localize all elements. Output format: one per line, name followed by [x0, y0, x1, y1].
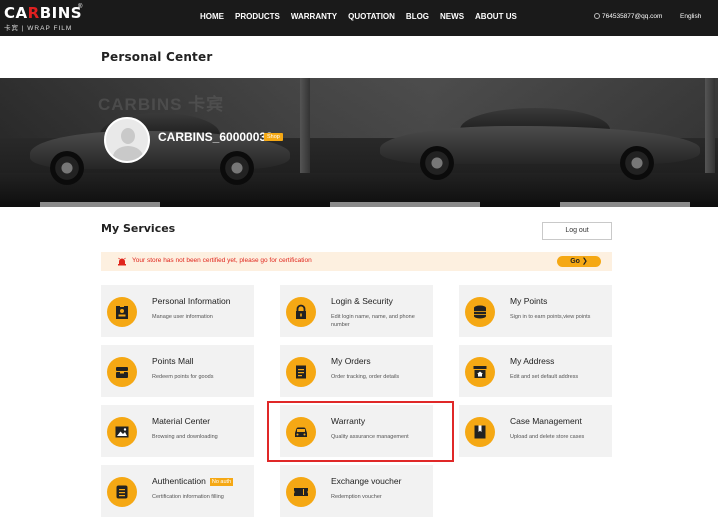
notice-text: Your store has not been certified yet, p…	[132, 257, 312, 264]
card-desc: Redeem points for goods	[152, 374, 214, 380]
top-navbar: CARBINS ® 卡宾 | WRAP FILM HOME PRODUCTS W…	[0, 0, 718, 36]
coins-icon	[465, 297, 495, 327]
home-icon	[465, 357, 495, 387]
car-left	[30, 113, 290, 188]
avatar[interactable]	[104, 117, 150, 163]
bookmark-icon	[465, 417, 495, 447]
floor-stripe	[560, 202, 690, 207]
card-desc: Edit and set default address	[510, 374, 579, 380]
username: CARBINS_60000032	[158, 130, 273, 144]
user-icon	[594, 13, 600, 19]
nav-blog[interactable]: BLOG	[406, 12, 429, 21]
avatar-shoulders	[113, 146, 143, 161]
card-login-security[interactable]: Login & Security Edit login name, name, …	[280, 285, 433, 337]
card-desc: Edit login name, name, and phone number	[331, 314, 415, 328]
no-auth-badge: No auth	[209, 478, 234, 486]
main-nav: HOME PRODUCTS WARRANTY QUOTATION BLOG NE…	[200, 12, 528, 21]
lock-icon	[286, 297, 316, 327]
nav-news[interactable]: NEWS	[440, 12, 464, 21]
car-right	[380, 108, 700, 188]
floor-stripe	[40, 202, 160, 207]
card-personal-information[interactable]: Personal Information Manage user informa…	[101, 285, 254, 337]
card-my-orders[interactable]: My Orders Order tracking, order details	[280, 345, 433, 397]
logout-button[interactable]: Log out	[542, 222, 612, 240]
card-exchange-voucher[interactable]: Exchange voucher Redemption voucher	[280, 465, 433, 517]
nav-about-us[interactable]: ABOUT US	[475, 12, 517, 21]
floor-stripe	[330, 202, 480, 207]
image-icon	[107, 417, 137, 447]
shop-icon	[107, 357, 137, 387]
user-email: 764535877@qq.com	[602, 13, 663, 20]
logo-registered-mark: ®	[78, 4, 83, 10]
card-title: Points Mall	[152, 356, 194, 366]
card-case-management[interactable]: Case Management Upload and delete store …	[459, 405, 612, 457]
card-desc: Certification information filling	[152, 494, 224, 500]
card-desc: Upload and delete store cases	[510, 434, 585, 440]
card-desc: Manage user information	[152, 314, 213, 320]
services-title: My Services	[101, 222, 176, 235]
language-switch[interactable]: English	[680, 13, 701, 20]
card-title: My Points	[510, 296, 548, 306]
document-icon	[286, 357, 316, 387]
card-authentication[interactable]: Authentication No auth Certification info…	[101, 465, 254, 517]
card-title: My Address	[510, 356, 555, 366]
card-my-points[interactable]: My Points Sign in to earn points,view po…	[459, 285, 612, 337]
card-desc: Order tracking, order details	[331, 374, 400, 380]
certificate-icon	[107, 477, 137, 507]
brand-logo[interactable]: CARBINS ® 卡宾 | WRAP FILM	[4, 4, 94, 32]
user-account-link[interactable]: 764535877@qq.com	[594, 13, 662, 20]
card-title-text: Authentication	[152, 476, 206, 486]
card-desc: Browsing and downloading	[152, 434, 218, 440]
card-title: Personal Information	[152, 296, 231, 306]
logo-subtitle: 卡宾 | WRAP FILM	[4, 25, 73, 32]
alarm-icon	[118, 257, 126, 266]
card-my-address[interactable]: My Address Edit and set default address	[459, 345, 612, 397]
nav-home[interactable]: HOME	[200, 12, 224, 21]
warranty-highlight-box	[267, 401, 454, 462]
certification-notice: Your store has not been certified yet, p…	[101, 252, 612, 271]
card-title: Material Center	[152, 416, 211, 426]
card-title: Login & Security	[331, 296, 393, 306]
card-title: Exchange voucher	[331, 476, 402, 486]
nav-products[interactable]: PRODUCTS	[235, 12, 280, 21]
shop-badge: Shop	[264, 133, 283, 141]
card-material-center[interactable]: Material Center Browsing and downloading	[101, 405, 254, 457]
ticket-icon	[286, 477, 316, 507]
page-title: Personal Center	[101, 50, 213, 64]
card-points-mall[interactable]: Points Mall Redeem points for goods	[101, 345, 254, 397]
go-certification-button[interactable]: Go ❯	[557, 256, 601, 267]
card-title: Authentication No auth	[152, 476, 234, 486]
card-title: My Orders	[331, 356, 371, 366]
card-title: Case Management	[510, 416, 582, 426]
card-desc: Redemption voucher	[331, 494, 382, 500]
nav-warranty[interactable]: WARRANTY	[291, 12, 337, 21]
nav-quotation[interactable]: QUOTATION	[348, 12, 395, 21]
card-desc: Sign in to earn points,view points	[510, 314, 591, 320]
banner-watermark-text: CARBINS 卡宾	[98, 95, 225, 114]
avatar-head	[121, 128, 135, 144]
id-card-icon	[107, 297, 137, 327]
